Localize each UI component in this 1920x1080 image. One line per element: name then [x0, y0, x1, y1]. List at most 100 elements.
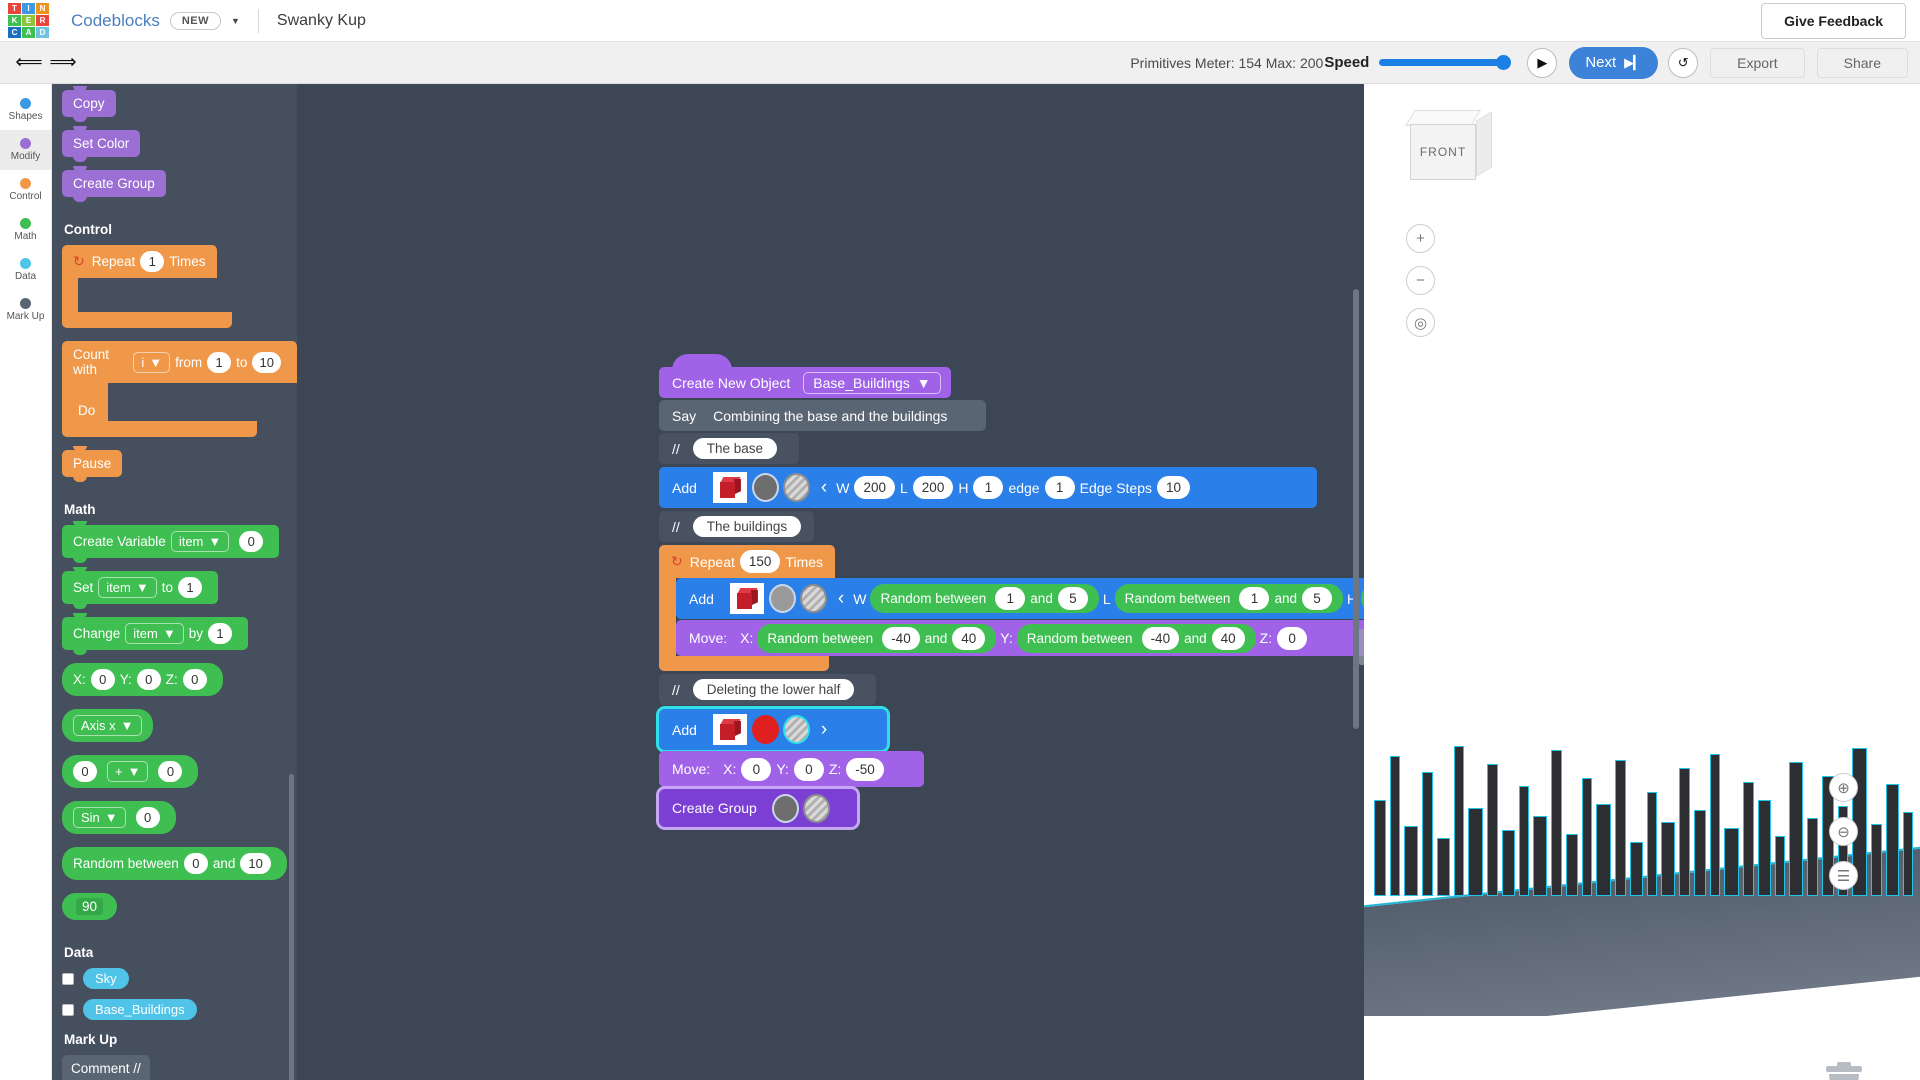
xyz-z-input[interactable]: 0	[182, 669, 207, 690]
block-move-delete[interactable]: Move: X: 0 Y: 0 Z: -50	[659, 751, 924, 787]
say-1-text[interactable]: Combining the base and the buildings	[709, 407, 964, 424]
give-feedback-button[interactable]: Give Feedback	[1761, 2, 1906, 39]
palette-block-pause[interactable]: Pause	[62, 446, 123, 482]
hole-sphere-icon[interactable]	[799, 584, 827, 613]
redo-arrow-icon[interactable]: ⟹	[46, 46, 80, 80]
number-value[interactable]: 90	[76, 898, 104, 915]
trig-function-dropdown[interactable]: Sin ▼	[73, 807, 126, 828]
sky-checkbox[interactable]	[62, 972, 74, 985]
random-max-input[interactable]: 10	[240, 853, 271, 874]
move-delete-z-input[interactable]: -50	[846, 757, 884, 781]
xyz-y-input[interactable]: 0	[136, 669, 161, 690]
block-say-1[interactable]: Say Combining the base and the buildings	[659, 400, 986, 431]
move-delete-x-input[interactable]: 0	[741, 757, 772, 781]
move-building-y-random[interactable]: Random between -40 and 40	[1016, 623, 1256, 653]
palette-block-repeat[interactable]: ↻ Repeat 1 Times	[62, 245, 297, 328]
repeat-count-input[interactable]: 1	[140, 251, 165, 272]
add-base-w-input[interactable]: 200	[854, 476, 895, 499]
chevron-left-icon[interactable]: ‹	[821, 477, 827, 499]
comment-1-text[interactable]: The base	[692, 438, 778, 459]
block-repeat-loop[interactable]: ↻ Repeat 150 Times Add ‹ W Random betwee…	[659, 545, 1364, 671]
zoom-in-button[interactable]: +	[1406, 224, 1435, 253]
red-box-icon[interactable]	[712, 472, 747, 503]
xyz-x-input[interactable]: 0	[90, 669, 115, 690]
document-title[interactable]: Swanky Kup	[277, 12, 366, 30]
hole-sphere-icon[interactable]	[782, 473, 810, 502]
create-variable-value[interactable]: 0	[239, 531, 264, 552]
block-add-delete[interactable]: Add ›	[656, 706, 890, 753]
speed-slider[interactable]	[1379, 55, 1512, 70]
trash-icon[interactable]	[1824, 1062, 1864, 1080]
random-min-input[interactable]: 0	[183, 853, 208, 874]
move-building-z-input[interactable]: 0	[1277, 626, 1308, 650]
block-create-group[interactable]: Create Group	[656, 786, 860, 830]
my-random-max[interactable]: 40	[1211, 626, 1245, 650]
change-value-input[interactable]: 1	[208, 623, 232, 644]
palette-block-random[interactable]: Random between 0 and 10	[62, 847, 287, 880]
app-name[interactable]: Codeblocks	[71, 11, 160, 31]
category-shapes[interactable]: Shapes	[0, 90, 51, 130]
view-cube-front-label[interactable]: FRONT	[1410, 124, 1476, 180]
operator-right-input[interactable]: 0	[158, 761, 183, 782]
count-from-input[interactable]: 1	[207, 351, 232, 373]
add-base-edge-steps-input[interactable]: 10	[1157, 476, 1191, 499]
home-view-button[interactable]: ◎	[1406, 308, 1435, 337]
solid-sphere-icon[interactable]	[768, 584, 796, 613]
block-add-building[interactable]: Add ‹ W Random between 1 and 5 L Random …	[676, 578, 1364, 619]
block-comment-1[interactable]: // The base	[659, 433, 799, 464]
hole-sphere-icon[interactable]	[802, 793, 830, 823]
palette-block-comment[interactable]: Comment //	[62, 1055, 150, 1080]
palette-block-operator[interactable]: 0 + ▼ 0	[62, 755, 199, 788]
w-random-max[interactable]: 5	[1057, 587, 1088, 610]
l-random-max[interactable]: 5	[1301, 587, 1332, 610]
set-variable-dropdown[interactable]: item ▼	[98, 577, 157, 598]
set-value-input[interactable]: 1	[177, 577, 202, 598]
block-add-base[interactable]: Add ‹ W 200 L 200 H 1 edge 1 Edge Steps …	[659, 467, 1317, 508]
comment-3-text[interactable]: Deleting the lower half	[692, 679, 855, 700]
next-step-button[interactable]: Next ▶▎	[1569, 46, 1659, 79]
count-to-input[interactable]: 10	[252, 351, 281, 373]
restart-button[interactable]: ↺	[1668, 47, 1699, 78]
category-data[interactable]: Data	[0, 250, 51, 290]
base-buildings-checkbox[interactable]	[62, 1003, 74, 1016]
variable-row-sky[interactable]: Sky	[62, 968, 297, 989]
block-move-building[interactable]: Move: X: Random between -40 and 40 Y: Ra…	[676, 620, 1364, 656]
zoom-in-magnifier-button[interactable]: ⊕	[1829, 773, 1858, 802]
palette-block-axis[interactable]: Axis x ▼	[62, 709, 153, 742]
add-building-w-random[interactable]: Random between 1 and 5	[870, 584, 1099, 613]
palette-block-xyz[interactable]: X: 0 Y: 0 Z: 0	[62, 663, 223, 696]
comment-2-text[interactable]: The buildings	[692, 516, 802, 537]
w-random-min[interactable]: 1	[995, 587, 1026, 610]
view-cube-side[interactable]	[1476, 111, 1492, 177]
category-markup[interactable]: Mark Up	[0, 290, 51, 330]
palette-scrollbar[interactable]	[289, 774, 294, 1080]
export-button[interactable]: Export	[1710, 47, 1805, 78]
chevron-right-icon[interactable]: ›	[821, 719, 827, 741]
zoom-out-magnifier-button[interactable]: ⊖	[1829, 817, 1858, 846]
palette-block-create-group[interactable]: Create Group	[62, 166, 166, 202]
solid-sphere-icon[interactable]	[751, 473, 779, 502]
create-new-object-dropdown[interactable]: Base_Buildings ▼	[803, 371, 941, 394]
block-comment-2[interactable]: // The buildings	[659, 511, 814, 542]
repeat-loop-count-input[interactable]: 150	[739, 550, 781, 573]
fit-to-view-button[interactable]: ☰	[1829, 861, 1858, 890]
view-cube[interactable]: FRONT	[1402, 108, 1498, 184]
move-delete-y-input[interactable]: 0	[793, 757, 824, 781]
mx-random-max[interactable]: 40	[952, 626, 986, 650]
variable-base-buildings[interactable]: Base_Buildings	[83, 999, 197, 1020]
category-modify[interactable]: Modify	[0, 130, 51, 170]
mx-random-min[interactable]: -40	[882, 626, 920, 650]
solid-sphere-icon[interactable]	[751, 715, 779, 744]
palette-block-set-color[interactable]: Set Color	[62, 126, 141, 162]
hole-sphere-icon[interactable]	[782, 715, 810, 744]
add-base-l-input[interactable]: 200	[912, 476, 954, 499]
block-create-new-object[interactable]: Create New Object Base_Buildings ▼	[659, 354, 951, 398]
category-control[interactable]: Control	[0, 170, 51, 210]
l-random-min[interactable]: 1	[1239, 587, 1270, 610]
red-box-icon[interactable]	[712, 714, 747, 745]
add-building-l-random[interactable]: Random between 1 and 5	[1114, 584, 1343, 613]
category-math[interactable]: Math	[0, 210, 51, 250]
variable-row-base-buildings[interactable]: Base_Buildings	[62, 999, 297, 1020]
share-button[interactable]: Share	[1816, 47, 1908, 78]
palette-block-copy[interactable]: Copy	[62, 86, 116, 122]
